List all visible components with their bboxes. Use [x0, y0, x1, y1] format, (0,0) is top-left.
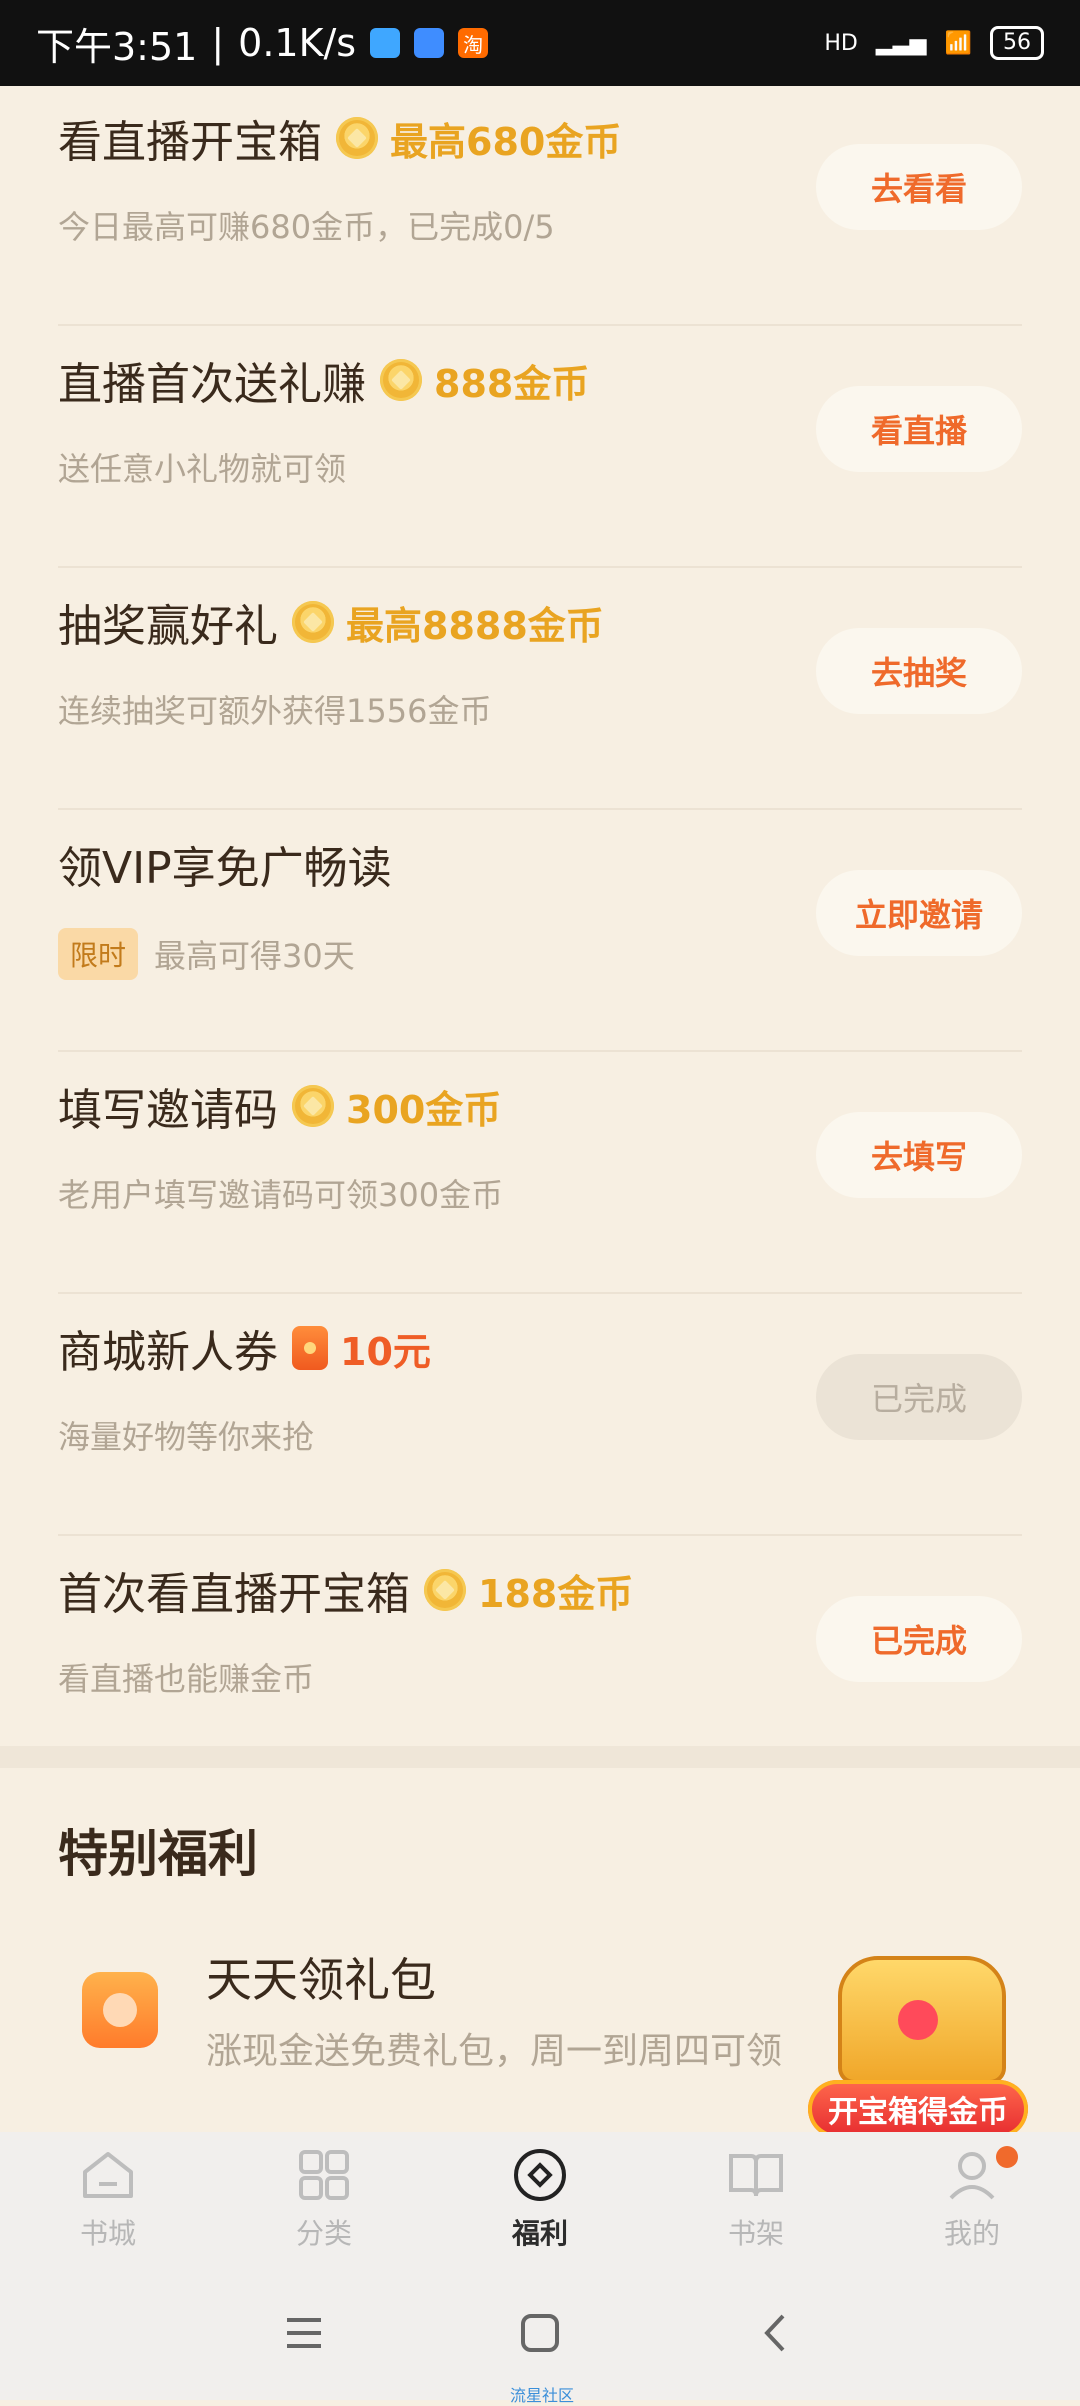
system-nav-bar [0, 2266, 1080, 2400]
network-indicator: HD [824, 30, 858, 56]
tab-label: 书架 [727, 2217, 784, 2250]
battery-icon: 56 [990, 26, 1044, 60]
tab-category[interactable]: 分类 [216, 2132, 432, 2266]
task-title: 直播首次送礼赚 [58, 359, 366, 410]
treasure-label: 开宝箱得金币 [808, 2080, 1028, 2138]
task-row: 抽奖赢好礼 最高8888金币 连续抽奖可额外获得1556金币 去抽奖 [58, 566, 1022, 810]
treasure-chest-icon [838, 1956, 1006, 2084]
special-section-title: 特别福利 [58, 1825, 258, 1883]
task-title: 首次看直播开宝箱 [58, 1569, 410, 1620]
status-time: 下午3:51 [36, 24, 198, 69]
task-reward: 300金币 [346, 1087, 502, 1132]
coin-icon [424, 1569, 466, 1611]
book-icon [729, 2154, 783, 2197]
task-subtitle: 老用户填写邀请码可领300金币 [58, 1176, 504, 1214]
task-subtitle: 送任意小礼物就可领 [58, 450, 347, 488]
special-item-subtitle: 涨现金送免费礼包，周一到周四可领 [206, 2031, 783, 2072]
task-subtitle: 连续抽奖可额外获得1556金币 [58, 692, 492, 730]
coin-tab-icon [514, 2149, 566, 2201]
notification-app-icon [414, 28, 445, 58]
home-icon [83, 2152, 133, 2198]
coin-icon [292, 1085, 334, 1127]
task-title: 抽奖赢好礼 [58, 601, 278, 652]
task-subtitle: 看直播也能赚金币 [58, 1660, 315, 1698]
task-title: 看直播开宝箱 [58, 117, 322, 168]
status-bar: 下午3:51 | 0.1K/s 淘 HD ▂▃▅ 📶 56 [0, 0, 1080, 86]
taobao-icon: 淘 [458, 28, 489, 58]
task-button[interactable]: 去填写 [816, 1112, 1022, 1198]
coin-icon [380, 359, 422, 401]
signal-icon: ▂▃▅ [875, 30, 927, 56]
task-title: 商城新人券 [58, 1327, 278, 1378]
coin-icon [336, 117, 378, 159]
task-title: 领VIP享免广畅读 [58, 843, 392, 894]
task-subtitle: 最高可得30天 [154, 937, 355, 975]
task-button[interactable]: 去看看 [816, 144, 1022, 230]
notification-dot [996, 2146, 1018, 2168]
welfare-page: 看直播开宝箱 最高680金币 今日最高可赚680金币，已完成0/5 去看看 直播… [0, 86, 1080, 2138]
watermark-text: 流星社区 [510, 2386, 575, 2405]
tab-welfare[interactable]: 福利 [432, 2132, 648, 2266]
task-button[interactable]: 去抽奖 [816, 628, 1022, 714]
section-divider [0, 1746, 1080, 1768]
task-row: 首次看直播开宝箱 188金币 看直播也能赚金币 已完成 [58, 1534, 1022, 1776]
grid-icon [299, 2150, 349, 2200]
tab-label: 我的 [943, 2217, 1000, 2250]
task-title: 填写邀请码 [58, 1085, 278, 1136]
back-icon[interactable] [753, 2310, 799, 2356]
task-subtitle: 海量好物等你来抢 [58, 1418, 315, 1456]
status-speed: 0.1K/s [238, 21, 357, 65]
task-row: 看直播开宝箱 最高680金币 今日最高可赚680金币，已完成0/5 去看看 [58, 82, 1022, 326]
task-row: 直播首次送礼赚 888金币 送任意小礼物就可领 看直播 [58, 324, 1022, 568]
user-icon [949, 2152, 995, 2200]
special-item-title: 天天领礼包 [206, 1953, 436, 2007]
task-reward: 最高680金币 [390, 119, 622, 164]
task-reward: 最高8888金币 [346, 603, 604, 648]
task-button[interactable]: 看直播 [816, 386, 1022, 472]
tab-label: 分类 [295, 2217, 352, 2250]
task-button[interactable]: 已完成 [816, 1354, 1022, 1440]
red-packet-icon [292, 1326, 328, 1370]
task-row: 商城新人券 10元 海量好物等你来抢 已完成 [58, 1292, 1022, 1536]
task-button[interactable]: 已完成 [816, 1596, 1022, 1682]
bottom-nav: 书城 分类 福利 书架 我的 [0, 2132, 1080, 2266]
tab-mine[interactable]: 我的 [864, 2132, 1080, 2266]
treasure-widget[interactable]: 开宝箱得金币 [808, 1956, 1028, 2156]
task-reward: 888金币 [434, 361, 590, 406]
task-button[interactable]: 立即邀请 [816, 870, 1022, 956]
task-reward: 10元 [340, 1329, 431, 1374]
tab-label: 书城 [79, 2217, 136, 2250]
home-square-icon[interactable] [517, 2310, 563, 2356]
task-row: 领VIP享免广畅读 限时 最高可得30天 立即邀请 [58, 808, 1022, 1052]
task-subtitle: 今日最高可赚680金币，已完成0/5 [58, 208, 555, 246]
limited-badge: 限时 [58, 928, 139, 980]
task-row: 填写邀请码 300金币 老用户填写邀请码可领300金币 去填写 [58, 1050, 1022, 1294]
notification-app-icon [370, 28, 401, 58]
tab-label: 福利 [511, 2217, 568, 2250]
gift-icon [82, 1972, 158, 2048]
coin-icon [292, 601, 334, 643]
task-reward: 188金币 [478, 1571, 634, 1616]
menu-icon[interactable] [281, 2310, 327, 2356]
tab-bookshelf[interactable]: 书架 [648, 2132, 864, 2266]
wifi-icon: 📶 [944, 30, 972, 56]
tab-bookstore[interactable]: 书城 [0, 2132, 216, 2266]
